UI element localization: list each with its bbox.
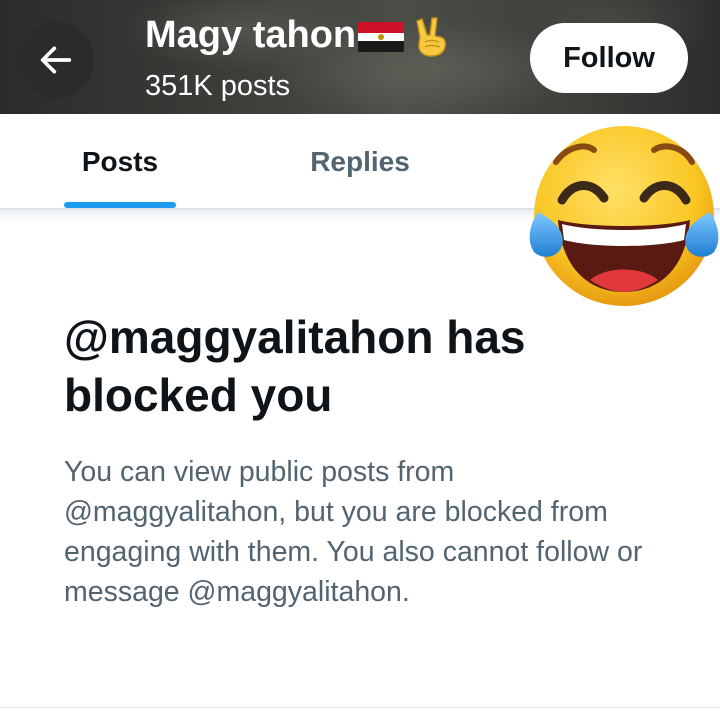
tears-of-joy-emoji-icon [529, 126, 719, 306]
profile-name-row: Magy tahon [145, 14, 452, 57]
profile-name: Magy tahon [145, 14, 357, 56]
arrow-left-icon [40, 46, 72, 74]
victory-hand-icon [416, 16, 447, 57]
bottom-divider [0, 707, 720, 708]
profile-header: Magy tahon 351K posts Follow [0, 0, 720, 114]
post-count: 351K posts [145, 70, 291, 102]
blocked-title: @maggyalitahon has blocked you [64, 311, 526, 421]
profile-page: Magy tahon 351K posts Follow Posts Repli… [0, 0, 720, 719]
egypt-flag-icon [358, 21, 405, 52]
tab-posts[interactable]: Posts [55, 114, 185, 210]
blocked-description: You can view public posts from @maggyali… [64, 456, 643, 608]
back-button[interactable] [18, 22, 94, 98]
tab-replies[interactable]: Replies [290, 114, 430, 210]
follow-button[interactable]: Follow [530, 23, 688, 93]
